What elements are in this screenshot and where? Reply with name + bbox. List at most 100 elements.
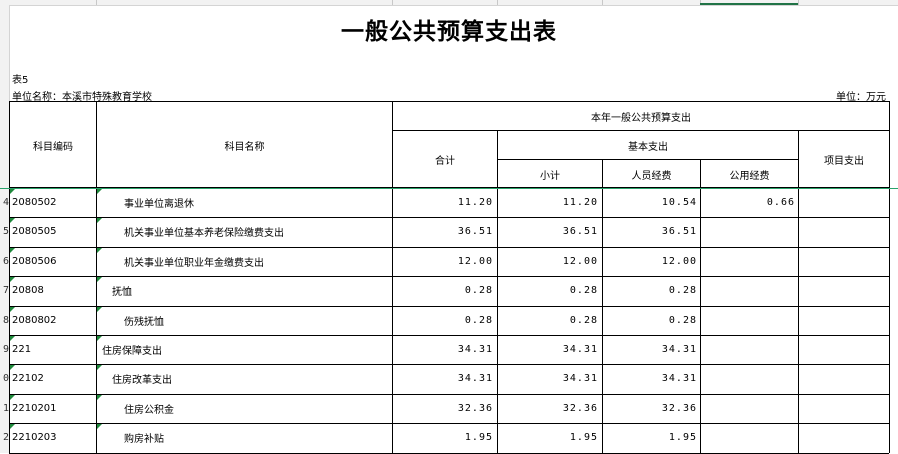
cell-code[interactable]: 2210203 xyxy=(12,423,94,452)
cell-name[interactable]: 购房补贴 xyxy=(124,423,388,452)
cell-marker-icon xyxy=(10,247,15,253)
column-divider xyxy=(497,0,498,5)
cell-public[interactable] xyxy=(701,247,795,276)
cell-marker-icon xyxy=(97,424,102,430)
cell-marker-icon xyxy=(97,365,102,371)
cell-project[interactable] xyxy=(799,188,885,217)
cell-personnel[interactable]: 1.95 xyxy=(603,423,697,452)
cell-public[interactable] xyxy=(701,217,795,246)
cell-marker-icon xyxy=(97,336,102,341)
row-number[interactable]: 9 xyxy=(0,344,9,355)
cell-subtotal[interactable]: 11.20 xyxy=(498,188,598,217)
cell-code[interactable]: 20808 xyxy=(12,276,94,305)
cell-marker-icon xyxy=(10,365,15,371)
cell-total[interactable]: 32.36 xyxy=(393,394,493,423)
cell-public[interactable] xyxy=(701,276,795,305)
cell-code[interactable]: 2080505 xyxy=(12,217,94,246)
cell-public[interactable] xyxy=(701,423,795,452)
cell-public[interactable] xyxy=(701,306,795,335)
row-number[interactable]: 1 xyxy=(0,403,9,414)
cell-subtotal[interactable]: 34.31 xyxy=(498,335,598,364)
cell-marker-icon xyxy=(97,189,102,194)
cell-personnel[interactable]: 10.54 xyxy=(603,188,697,217)
header-group[interactable]: 本年一般公共预算支出 xyxy=(393,102,889,130)
cell-marker-icon xyxy=(97,218,102,224)
cell-public[interactable] xyxy=(701,394,795,423)
cell-name[interactable]: 伤残抚恤 xyxy=(124,306,388,335)
cell-name[interactable]: 抚恤 xyxy=(112,276,388,305)
header-project[interactable]: 项目支出 xyxy=(799,131,889,188)
cell-subtotal[interactable]: 0.28 xyxy=(498,276,598,305)
cell-public[interactable] xyxy=(701,364,795,393)
cell-personnel[interactable]: 36.51 xyxy=(603,217,697,246)
cell-project[interactable] xyxy=(799,364,885,393)
cell-name[interactable]: 机关事业单位基本养老保险缴费支出 xyxy=(124,217,388,246)
cell-personnel[interactable]: 0.28 xyxy=(603,276,697,305)
cell-name[interactable]: 住房公积金 xyxy=(124,394,388,423)
cell-project[interactable] xyxy=(799,423,885,452)
cell-code[interactable]: 2210201 xyxy=(12,394,94,423)
cell-marker-icon xyxy=(97,247,102,253)
row-number[interactable]: 4 xyxy=(0,197,9,208)
cell-marker-icon xyxy=(10,424,15,430)
cell-personnel[interactable]: 34.31 xyxy=(603,364,697,393)
cell-name[interactable]: 事业单位离退休 xyxy=(124,188,388,217)
cell-personnel[interactable]: 34.31 xyxy=(603,335,697,364)
column-divider xyxy=(798,0,799,5)
cell-subtotal[interactable]: 1.95 xyxy=(498,423,598,452)
sheet-title: 一般公共预算支出表 xyxy=(341,18,557,45)
cell-marker-icon xyxy=(10,218,15,224)
cell-code[interactable]: 221 xyxy=(12,335,94,364)
header-code[interactable]: 科目编码 xyxy=(10,102,96,188)
column-divider xyxy=(602,0,603,5)
cell-project[interactable] xyxy=(799,247,885,276)
cell-total[interactable]: 1.95 xyxy=(393,423,493,452)
cell-marker-icon xyxy=(10,277,15,283)
cell-personnel[interactable]: 0.28 xyxy=(603,306,697,335)
header-personnel[interactable]: 人员经费 xyxy=(603,160,700,188)
cell-total[interactable]: 12.00 xyxy=(393,247,493,276)
cell-public[interactable]: 0.66 xyxy=(701,188,795,217)
cell-subtotal[interactable]: 0.28 xyxy=(498,306,598,335)
cell-total[interactable]: 34.31 xyxy=(393,364,493,393)
row-number[interactable]: 0 xyxy=(0,373,9,384)
cell-name[interactable]: 住房改革支出 xyxy=(112,364,388,393)
cell-total[interactable]: 0.28 xyxy=(393,276,493,305)
header-total[interactable]: 合计 xyxy=(393,131,497,188)
cell-project[interactable] xyxy=(799,335,885,364)
cell-project[interactable] xyxy=(799,306,885,335)
cell-personnel[interactable]: 32.36 xyxy=(603,394,697,423)
row-number[interactable]: 5 xyxy=(0,226,9,237)
cell-total[interactable]: 0.28 xyxy=(393,306,493,335)
header-public[interactable]: 公用经费 xyxy=(701,160,798,188)
cell-personnel[interactable]: 12.00 xyxy=(603,247,697,276)
cell-name[interactable]: 机关事业单位职业年金缴费支出 xyxy=(124,247,388,276)
row-number[interactable]: 6 xyxy=(0,256,9,267)
cell-subtotal[interactable]: 36.51 xyxy=(498,217,598,246)
cell-subtotal[interactable]: 32.36 xyxy=(498,394,598,423)
cell-public[interactable] xyxy=(701,335,795,364)
cell-name[interactable]: 住房保障支出 xyxy=(102,335,388,364)
cell-code[interactable]: 2080802 xyxy=(12,306,94,335)
cell-subtotal[interactable]: 34.31 xyxy=(498,364,598,393)
row-number[interactable]: 7 xyxy=(0,285,9,296)
cell-project[interactable] xyxy=(799,394,885,423)
row-number[interactable]: 8 xyxy=(0,315,9,326)
cell-code[interactable]: 2080506 xyxy=(12,247,94,276)
cell-marker-icon xyxy=(97,306,102,312)
row-number[interactable]: 2 xyxy=(0,432,9,443)
cell-total[interactable]: 34.31 xyxy=(393,335,493,364)
cell-marker-icon xyxy=(10,394,15,400)
cell-project[interactable] xyxy=(799,217,885,246)
cell-code[interactable]: 22102 xyxy=(12,364,94,393)
cell-subtotal[interactable]: 12.00 xyxy=(498,247,598,276)
header-subtotal[interactable]: 小计 xyxy=(498,160,602,188)
cell-code[interactable]: 2080502 xyxy=(12,188,94,217)
cell-total[interactable]: 11.20 xyxy=(393,188,493,217)
cell-marker-icon xyxy=(10,306,15,312)
column-header-bar[interactable] xyxy=(0,0,898,6)
header-name[interactable]: 科目名称 xyxy=(97,102,392,188)
cell-total[interactable]: 36.51 xyxy=(393,217,493,246)
cell-project[interactable] xyxy=(799,276,885,305)
header-basic[interactable]: 基本支出 xyxy=(498,131,798,159)
